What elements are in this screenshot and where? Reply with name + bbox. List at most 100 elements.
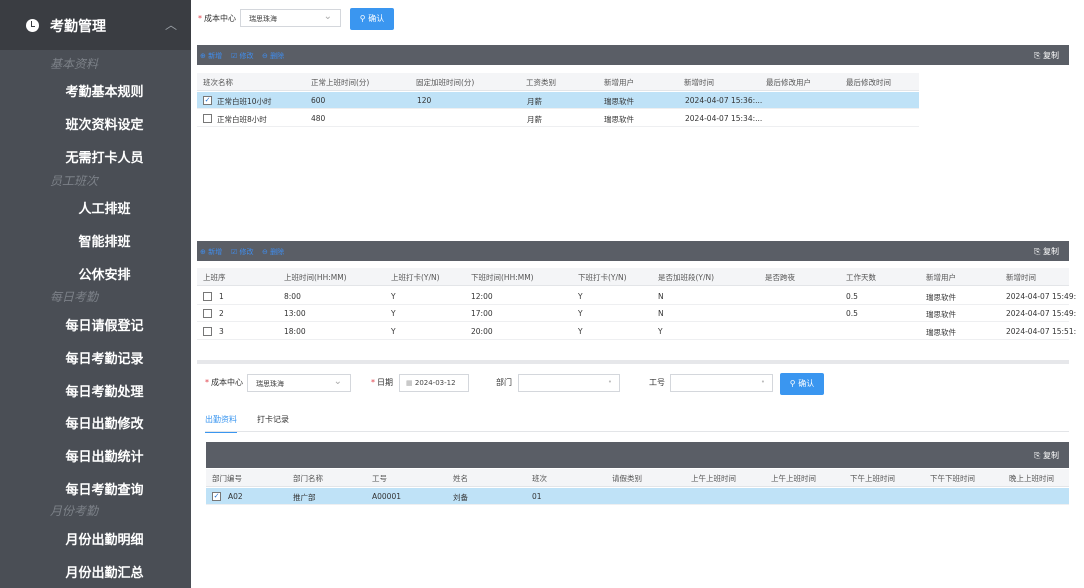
table-row[interactable]: ✓ A02 推广部 A00001 刘备 01 — [206, 488, 1069, 505]
row-checkbox[interactable] — [203, 114, 212, 123]
sidebar-section-basic: 基本资料 — [50, 57, 99, 71]
col-header[interactable]: 工号 — [372, 473, 387, 484]
clock-icon — [26, 19, 39, 32]
cost-center-select[interactable]: 瑞思珠海 ⌄ — [240, 9, 341, 27]
row-checkbox[interactable] — [203, 309, 212, 318]
chevron-up-icon[interactable]: ︿ — [165, 16, 177, 33]
col-header[interactable]: 下午下班时间 — [930, 473, 975, 484]
table-cell: 推广部 — [293, 493, 316, 502]
sidebar-item-shift-setup[interactable]: 班次资料设定 — [0, 114, 191, 133]
row-checkbox[interactable]: ✓ — [212, 492, 221, 501]
col-header[interactable]: 最后修改用户 — [766, 77, 811, 88]
table-cell: 17:00 — [471, 309, 493, 318]
edit-button[interactable]: ☑ 修改 — [231, 247, 254, 257]
sidebar-item-daily-stats[interactable]: 每日出勤统计 — [0, 446, 191, 465]
col-header[interactable]: 班次名称 — [203, 77, 233, 88]
col-header[interactable]: 新增用户 — [926, 272, 956, 283]
sidebar-item-smart-schedule[interactable]: 智能排班 — [0, 231, 191, 250]
table-cell: 正常白班8小时 — [217, 115, 267, 124]
delete-button[interactable]: ⊖ 删除 — [262, 247, 284, 257]
cost-center-label: * 成本中心 — [198, 14, 236, 23]
sidebar-item-holiday[interactable]: 公休安排 — [0, 264, 191, 283]
copy-button[interactable]: ⎘ 复制 — [1034, 450, 1059, 461]
tab-label: 打卡记录 — [257, 415, 289, 424]
col-header[interactable]: 上班打卡(Y/N) — [391, 272, 440, 283]
table-row[interactable]: 1 8:00 Y 12:00 Y N 0.5 瑞思软件 2024-04-07 1… — [197, 288, 1076, 305]
empno-input[interactable]: • — [670, 374, 773, 392]
cost-center-label: * 成本中心 — [205, 378, 243, 387]
clear-icon[interactable]: • — [761, 378, 765, 386]
table-cell: 2024-04-07 15:36:... — [685, 96, 763, 105]
dept-input[interactable]: • — [518, 374, 620, 392]
col-header[interactable]: 最后修改时间 — [846, 77, 891, 88]
confirm-button[interactable]: ⚲ 确认 — [350, 8, 394, 30]
table-cell: 瑞思软件 — [926, 328, 956, 337]
col-header[interactable]: 正常上班时间(分) — [311, 77, 369, 88]
confirm-button[interactable]: ⚲ 确认 — [780, 373, 824, 395]
copy-icon: ⎘ — [1034, 51, 1041, 60]
edit-button[interactable]: ☑ 修改 — [231, 51, 254, 61]
table-row[interactable]: 3 18:00 Y 20:00 Y Y 瑞思软件 2024-04-07 15:5… — [197, 323, 1076, 340]
sidebar-section-daily: 每日考勤 — [50, 290, 99, 304]
add-button[interactable]: ⊕ 新增 — [200, 51, 222, 61]
table-row[interactable]: ✓ 正常白班10小时 600 120 月薪 瑞思软件 2024-04-07 15… — [197, 92, 919, 109]
sidebar-item-rules[interactable]: 考勤基本规则 — [0, 81, 191, 100]
col-header[interactable]: 新增时间 — [1006, 272, 1036, 283]
col-header[interactable]: 是否跨夜 — [765, 272, 795, 283]
sidebar-item-monthly-summary[interactable]: 月份出勤汇总 — [0, 562, 191, 581]
col-header[interactable]: 下班打卡(Y/N) — [578, 272, 627, 283]
row-checkbox[interactable] — [203, 292, 212, 301]
table-cell: 2024-04-07 15:49: — [1006, 292, 1077, 301]
sidebar-item-no-punch[interactable]: 无需打卡人员 — [0, 147, 191, 166]
table-row[interactable]: 正常白班8小时 480 月薪 瑞思软件 2024-04-07 15:34:... — [197, 110, 919, 127]
col-header[interactable]: 是否加班段(Y/N) — [658, 272, 714, 283]
col-header[interactable]: 上班时间(HH:MM) — [284, 272, 347, 283]
main-content: * 成本中心 瑞思珠海 ⌄ ⚲ 确认 ⊕ 新增 ☑ 修改 ⊖ 删除 ⎘ 复制 班次… — [191, 0, 1084, 588]
row-checkbox[interactable] — [203, 327, 212, 336]
col-header[interactable]: 姓名 — [453, 473, 468, 484]
copy-button[interactable]: ⎘ 复制 — [1034, 246, 1059, 257]
table-cell: Y — [578, 327, 583, 336]
col-header[interactable]: 上班序 — [203, 272, 226, 283]
shift-table-header: 班次名称 正常上班时间(分) 固定加班时间(分) 工资类别 新增用户 新增时间 … — [197, 73, 919, 91]
col-header[interactable]: 新增用户 — [604, 77, 634, 88]
table-cell: 01 — [532, 492, 542, 501]
col-header[interactable]: 新增时间 — [684, 77, 714, 88]
table-cell: 12:00 — [471, 292, 493, 301]
table-cell: 1 — [219, 292, 224, 301]
col-header[interactable]: 部门名称 — [293, 473, 323, 484]
tab-attendance[interactable]: 出勤资料 — [205, 414, 237, 433]
clear-icon[interactable]: • — [608, 378, 612, 386]
col-header[interactable]: 班次 — [532, 473, 547, 484]
col-header[interactable]: 晚上上班时间 — [1009, 473, 1054, 484]
sidebar-item-daily-record[interactable]: 每日考勤记录 — [0, 348, 191, 367]
add-button[interactable]: ⊕ 新增 — [200, 247, 222, 257]
table-cell: Y — [391, 292, 396, 301]
row-checkbox[interactable]: ✓ — [203, 96, 212, 105]
cost-center-select[interactable]: 瑞思珠海 ⌄ — [247, 374, 351, 392]
col-header[interactable]: 工资类别 — [526, 77, 556, 88]
table-row[interactable]: 2 13:00 Y 17:00 Y N 0.5 瑞思软件 2024-04-07 … — [197, 305, 1076, 322]
col-header[interactable]: 上午上班时间 — [691, 473, 736, 484]
col-header[interactable]: 下班时间(HH:MM) — [471, 272, 534, 283]
sidebar-item-daily-query[interactable]: 每日考勤查询 — [0, 479, 191, 498]
col-header[interactable]: 请假类别 — [612, 473, 642, 484]
tab-punch-record[interactable]: 打卡记录 — [257, 414, 289, 425]
table-cell: 600 — [311, 96, 326, 105]
delete-button[interactable]: ⊖ 删除 — [262, 51, 284, 61]
col-header[interactable]: 部门编号 — [212, 473, 242, 484]
sidebar-header[interactable]: 考勤管理 ︿ — [0, 0, 191, 50]
col-header[interactable]: 上午上班时间 — [771, 473, 816, 484]
sidebar-item-manual-schedule[interactable]: 人工排班 — [0, 198, 191, 217]
col-header[interactable]: 固定加班时间(分) — [416, 77, 474, 88]
table-cell: Y — [391, 309, 396, 318]
col-header[interactable]: 下午上班时间 — [850, 473, 895, 484]
date-input[interactable]: ▦ 2024-03-12 — [399, 374, 469, 392]
horizontal-scrollbar[interactable] — [197, 360, 1069, 364]
sidebar-item-daily-leave[interactable]: 每日请假登记 — [0, 315, 191, 334]
col-header[interactable]: 工作天数 — [846, 272, 876, 283]
sidebar-item-daily-edit[interactable]: 每日出勤修改 — [0, 413, 191, 432]
sidebar-item-daily-process[interactable]: 每日考勤处理 — [0, 381, 191, 400]
copy-button[interactable]: ⎘ 复制 — [1034, 50, 1059, 61]
sidebar-item-monthly-detail[interactable]: 月份出勤明细 — [0, 529, 191, 548]
